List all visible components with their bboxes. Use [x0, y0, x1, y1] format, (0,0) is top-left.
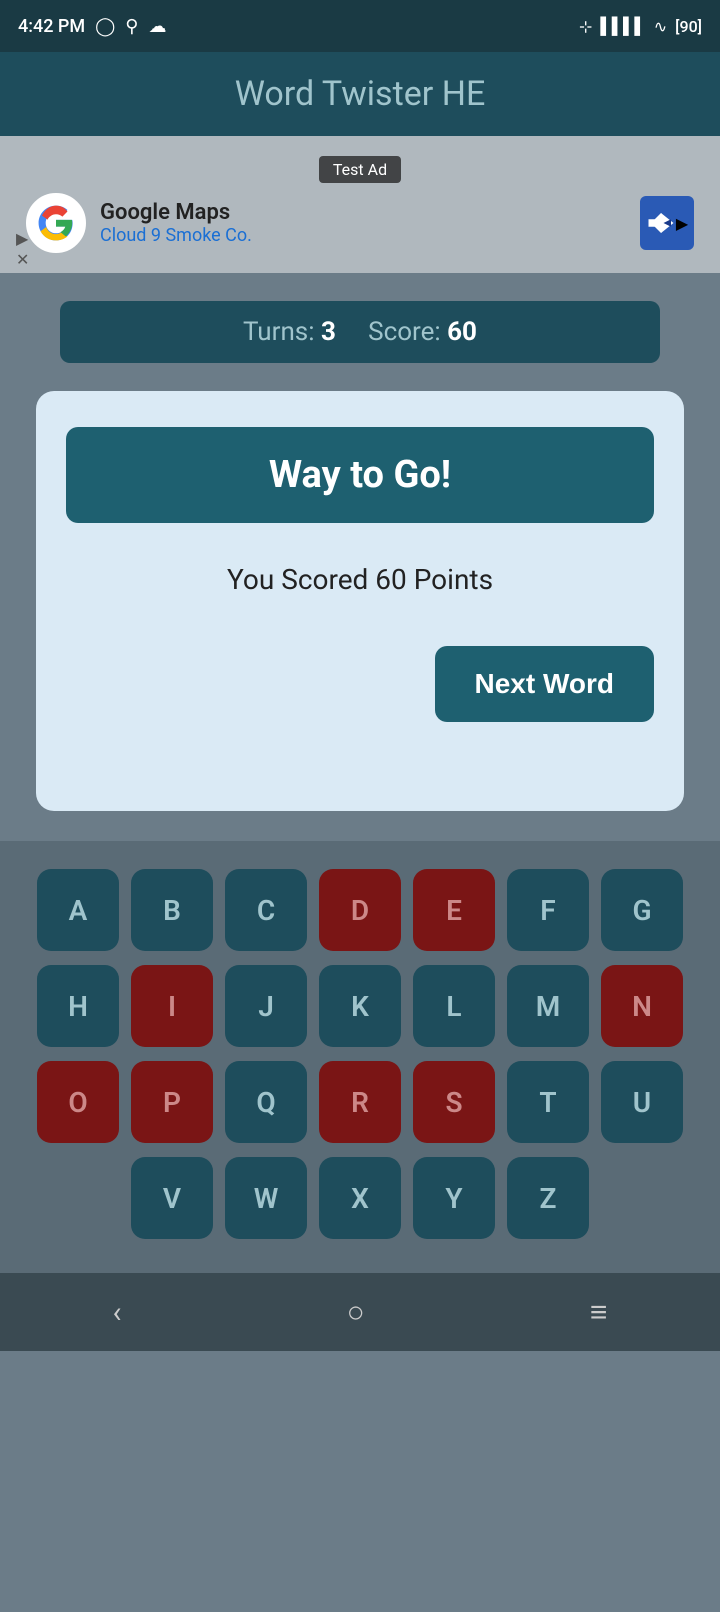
- status-bar: 4:42 PM ◯ ⚲ ☁ ⊹ ▌▌▌▌ ∿ [90]: [0, 0, 720, 52]
- score-bar: Turns: 3 Score: 60: [60, 301, 660, 363]
- app-header: Word Twister HE: [0, 52, 720, 136]
- key-h[interactable]: H: [37, 965, 119, 1047]
- google-logo: [26, 193, 86, 253]
- key-j[interactable]: J: [225, 965, 307, 1047]
- key-g[interactable]: G: [601, 869, 683, 951]
- turns-label: Turns:: [243, 317, 315, 347]
- key-y[interactable]: Y: [413, 1157, 495, 1239]
- key-o[interactable]: O: [37, 1061, 119, 1143]
- ad-company: Google Maps: [100, 200, 626, 225]
- app-title: Word Twister HE: [0, 74, 720, 114]
- nav-bar: ‹ ○ ≡: [0, 1273, 720, 1351]
- score-label: Score:: [368, 317, 441, 347]
- ad-text-block: Google Maps Cloud 9 Smoke Co.: [100, 200, 626, 246]
- key-s[interactable]: S: [413, 1061, 495, 1143]
- key-m[interactable]: M: [507, 965, 589, 1047]
- dialog-title-banner: Way to Go!: [66, 427, 654, 523]
- key-q[interactable]: Q: [225, 1061, 307, 1143]
- key-v[interactable]: V: [131, 1157, 213, 1239]
- key-w[interactable]: W: [225, 1157, 307, 1239]
- ad-subtitle: Cloud 9 Smoke Co.: [100, 225, 626, 246]
- key-row-0: ABCDEFG: [16, 869, 704, 951]
- wifi-icon: ∿: [654, 17, 667, 36]
- turns-value: 3: [321, 317, 336, 347]
- time-display: 4:42 PM: [18, 16, 85, 37]
- key-e[interactable]: E: [413, 869, 495, 951]
- key-z[interactable]: Z: [507, 1157, 589, 1239]
- key-a[interactable]: A: [37, 869, 119, 951]
- vibrate-icon: ⊹: [579, 17, 592, 36]
- score-value: 60: [447, 317, 477, 347]
- key-c[interactable]: C: [225, 869, 307, 951]
- back-button[interactable]: ‹: [113, 1295, 122, 1330]
- next-word-button[interactable]: Next Word: [435, 646, 655, 722]
- key-l[interactable]: L: [413, 965, 495, 1047]
- key-row-1: HIJKLMN: [16, 965, 704, 1047]
- key-b[interactable]: B: [131, 869, 213, 951]
- key-row-2: OPQRSTU: [16, 1061, 704, 1143]
- keyboard: ABCDEFG HIJKLMN OPQRSTU VWXYZ: [0, 841, 720, 1273]
- score-text: Turns: 3 Score: 60: [243, 317, 477, 347]
- ad-controls: ▶ ✕: [16, 229, 29, 269]
- key-row-3: VWXYZ: [16, 1157, 704, 1239]
- usb-icon: ⚲: [125, 16, 138, 37]
- ad-label: Test Ad: [319, 156, 401, 183]
- key-x[interactable]: X: [319, 1157, 401, 1239]
- battery-display: [90]: [675, 17, 702, 36]
- menu-button[interactable]: ≡: [590, 1295, 608, 1330]
- home-button[interactable]: ○: [347, 1295, 365, 1330]
- status-right: ⊹ ▌▌▌▌ ∿ [90]: [579, 16, 702, 36]
- key-k[interactable]: K: [319, 965, 401, 1047]
- dialog-title-text: Way to Go!: [269, 453, 451, 497]
- whatsapp-icon: ◯: [95, 16, 115, 37]
- ad-play-button[interactable]: ▶: [16, 229, 29, 248]
- signal-icon: ▌▌▌▌: [600, 16, 645, 36]
- key-p[interactable]: P: [131, 1061, 213, 1143]
- key-n[interactable]: N: [601, 965, 683, 1047]
- key-r[interactable]: R: [319, 1061, 401, 1143]
- status-left: 4:42 PM ◯ ⚲ ☁: [18, 16, 166, 37]
- ad-close-button[interactable]: ✕: [16, 250, 29, 269]
- key-i[interactable]: I: [131, 965, 213, 1047]
- dialog-score-text: You Scored 60 Points: [66, 563, 654, 596]
- key-u[interactable]: U: [601, 1061, 683, 1143]
- ad-navigate-icon[interactable]: ▶: [640, 196, 694, 250]
- dialog: Way to Go! You Scored 60 Points Next Wor…: [36, 391, 684, 811]
- key-f[interactable]: F: [507, 869, 589, 951]
- ad-banner: Test Ad Google Maps Cloud 9 Smoke Co. ▶ …: [0, 136, 720, 273]
- ad-content: Google Maps Cloud 9 Smoke Co. ▶: [16, 193, 704, 253]
- key-d[interactable]: D: [319, 869, 401, 951]
- cloud-icon: ☁: [148, 16, 166, 37]
- key-t[interactable]: T: [507, 1061, 589, 1143]
